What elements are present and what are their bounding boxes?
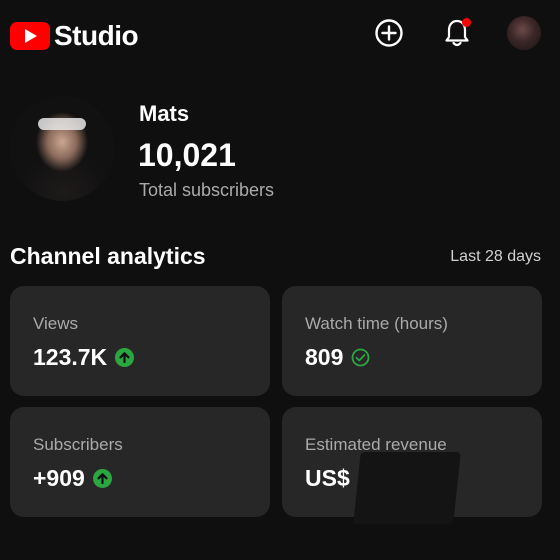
watch-time-card[interactable]: Watch time (hours) 809 — [282, 286, 542, 396]
revenue-value: US$ — [305, 465, 350, 491]
logo-text: Studio — [54, 20, 139, 51]
card-label: Watch time (hours) — [305, 314, 448, 333]
notifications-button[interactable] — [440, 16, 474, 50]
account-avatar[interactable] — [507, 16, 541, 50]
period-label: Last 28 days — [450, 248, 541, 265]
notification-badge — [462, 18, 471, 27]
card-label: Subscribers — [33, 435, 123, 454]
channel-avatar[interactable] — [10, 96, 115, 201]
subscriber-label: Total subscribers — [139, 180, 275, 200]
card-value: 123.7K — [33, 344, 135, 371]
subscribers-card[interactable]: Subscribers +909 — [10, 407, 270, 517]
up-arrow-icon — [92, 469, 112, 488]
card-value: 809 — [305, 344, 370, 371]
studio-logo[interactable]: Studio — [10, 20, 139, 52]
plus-circle-icon — [375, 19, 403, 47]
youtube-play-icon — [10, 22, 50, 50]
channel-name[interactable]: Mats — [139, 101, 189, 127]
views-card[interactable]: Views 123.7K — [10, 286, 270, 396]
check-circle-icon — [351, 348, 370, 367]
watch-time-value: 809 — [305, 344, 344, 370]
section-title: Channel analytics — [10, 243, 206, 269]
card-value: US$ — [305, 465, 358, 492]
top-bar: Studio — [0, 0, 560, 66]
views-value: 123.7K — [33, 344, 108, 370]
avatar-headband — [38, 118, 86, 130]
redaction-overlay — [353, 452, 461, 524]
up-arrow-icon — [115, 348, 135, 367]
card-label: Views — [33, 314, 79, 333]
create-button[interactable] — [372, 16, 406, 50]
subscribers-value: +909 — [33, 465, 85, 491]
card-value: +909 — [33, 465, 112, 492]
subscriber-count: 10,021 — [138, 137, 236, 173]
